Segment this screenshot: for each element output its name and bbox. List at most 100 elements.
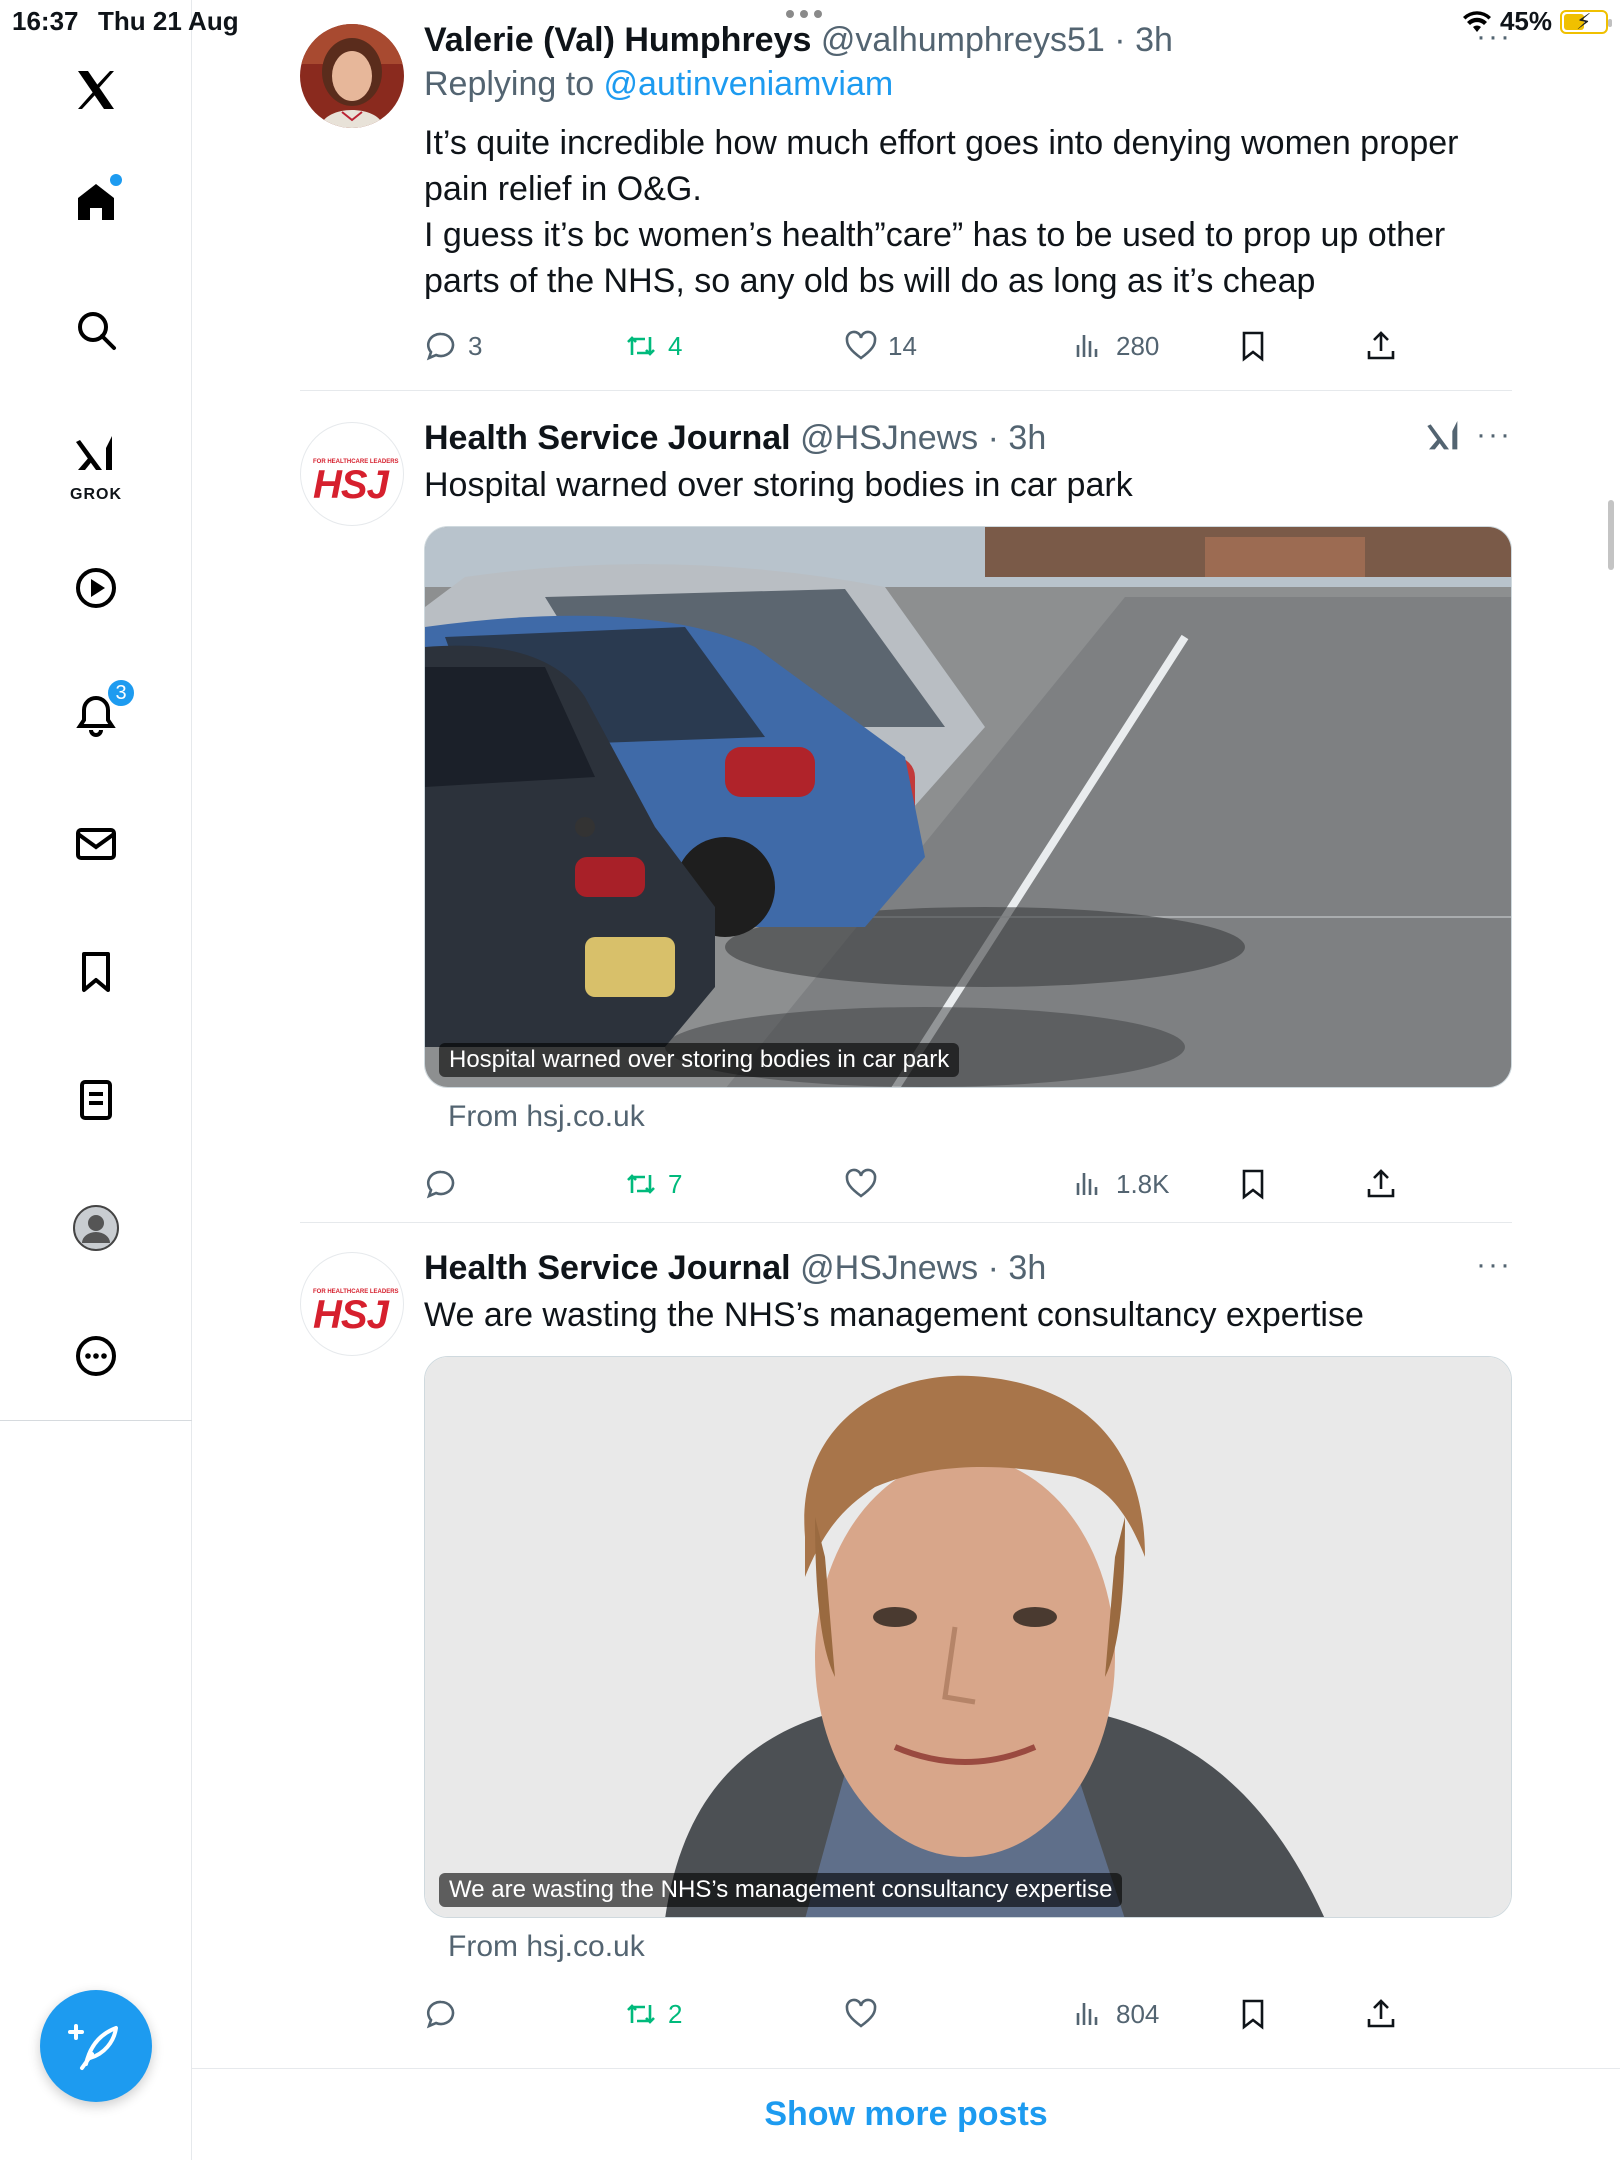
grok-icon[interactable]: GROK — [60, 418, 132, 503]
tweet-valerie[interactable]: ··· Valerie (Val) Humphreys @valhumphrey… — [300, 20, 1512, 380]
compose-button[interactable] — [40, 1990, 152, 2102]
tweet-actions: 2 804 — [424, 1990, 1512, 2038]
author-handle[interactable]: @HSJnews — [800, 419, 978, 457]
tweet-text-line: It’s quite incredible how much effort go… — [424, 124, 1459, 162]
link-card-image[interactable]: We are wasting the NHS’s management cons… — [424, 1356, 1512, 1918]
notifications-badge: 3 — [106, 678, 136, 708]
like-count: 14 — [888, 330, 917, 361]
home-unread-dot — [110, 174, 122, 186]
reply-button[interactable] — [424, 1990, 468, 2038]
repost-button[interactable]: 2 — [624, 1990, 682, 2038]
replying-to: Replying to @autinveniamviam — [424, 60, 1512, 108]
tweet-text-line: I guess it’s bc women’s health”care” has… — [424, 216, 1446, 254]
lists-icon[interactable] — [60, 1064, 132, 1136]
bookmark-icon — [1242, 1169, 1264, 1200]
repost-button[interactable]: 7 — [624, 1160, 682, 1208]
views-button[interactable]: 1.8K — [1072, 1160, 1170, 1208]
messages-icon[interactable] — [60, 808, 132, 880]
tweet-hsj-car-park[interactable]: FOR HEALTHCARE LEADERS HSJ ··· Health Se… — [300, 416, 1512, 1200]
repost-icon — [627, 1174, 655, 1194]
tweet-text: Hospital warned over storing bodies in c… — [424, 466, 1133, 504]
search-icon[interactable] — [60, 294, 132, 366]
tweet-actions: 7 1.8K — [424, 1160, 1512, 1208]
car-park-photo — [425, 527, 1511, 1087]
sidebar-divider — [0, 1420, 192, 1421]
share-button[interactable] — [1364, 1160, 1398, 1208]
scrollbar-thumb[interactable] — [1608, 500, 1614, 570]
link-source[interactable]: From hsj.co.uk — [424, 1100, 1512, 1134]
share-icon — [1367, 331, 1395, 360]
bookmark-button[interactable] — [1236, 322, 1270, 370]
reply-icon — [426, 2000, 455, 2029]
share-icon — [1367, 1999, 1395, 2028]
grok-label: GROK — [70, 486, 122, 503]
media-caption: Hospital warned over storing bodies in c… — [439, 1043, 960, 1077]
tweet-text: We are wasting the NHS’s management cons… — [424, 1296, 1364, 1334]
tweet-text: It’s quite incredible how much effort go… — [424, 120, 1512, 304]
profile-icon[interactable] — [60, 1192, 132, 1264]
hsj-avatar[interactable]: FOR HEALTHCARE LEADERS HSJ — [300, 1252, 404, 1356]
tweet-text-line: parts of the NHS, so any old bs will do … — [424, 262, 1316, 300]
repost-button[interactable]: 4 — [624, 322, 682, 370]
tweet-divider — [300, 390, 1512, 391]
reply-button[interactable]: 3 — [424, 322, 482, 370]
author-name[interactable]: Health Service Journal — [424, 1249, 791, 1287]
bookmarks-icon[interactable] — [60, 936, 132, 1008]
sidebar-nav: GROK 3 — [0, 0, 192, 2160]
tweet-time[interactable]: 3h — [1008, 1249, 1046, 1287]
repost-count: 2 — [668, 1998, 683, 2029]
author-name[interactable]: Health Service Journal — [424, 419, 791, 457]
tweet-header: Health Service Journal @HSJnews · 3h — [424, 1249, 1047, 1287]
show-more-posts-button[interactable]: Show more posts — [192, 2068, 1620, 2160]
video-icon[interactable] — [60, 552, 132, 624]
tweet-actions: 3 4 14 280 — [424, 322, 1512, 370]
reply-button[interactable] — [424, 1160, 468, 1208]
view-count: 1.8K — [1116, 1168, 1170, 1199]
link-card-image[interactable]: Hospital warned over storing bodies in c… — [424, 526, 1512, 1088]
reply-icon — [426, 1170, 455, 1199]
tweet-more-icon[interactable]: ··· — [1476, 418, 1512, 452]
bookmark-button[interactable] — [1236, 1990, 1270, 2038]
battery-icon: ⚡ — [1560, 9, 1612, 34]
bookmark-icon — [1242, 331, 1264, 362]
bookmark-button[interactable] — [1236, 1160, 1270, 1208]
repost-count: 4 — [668, 330, 683, 361]
tweet-text-line: pain relief in O&G. — [424, 170, 702, 208]
compose-icon — [68, 2024, 118, 2070]
hsj-logo: HSJ — [313, 463, 389, 507]
grok-explain-icon[interactable] — [1424, 416, 1464, 461]
media-caption: We are wasting the NHS’s management cons… — [439, 1873, 1123, 1907]
share-button[interactable] — [1364, 322, 1398, 370]
home-icon[interactable] — [60, 166, 132, 238]
x-logo-icon[interactable] — [60, 54, 132, 126]
like-button[interactable] — [844, 1160, 888, 1208]
reply-icon — [426, 332, 455, 361]
status-date: Thu 21 Aug — [98, 6, 239, 36]
battery-percent: 45% — [1499, 6, 1552, 36]
heart-icon — [845, 330, 877, 360]
tweet-hsj-consultancy[interactable]: FOR HEALTHCARE LEADERS HSJ ··· Health Se… — [300, 1248, 1512, 2030]
views-button[interactable]: 280 — [1072, 322, 1159, 370]
status-bar: 16:37 Thu 21 Aug 45% ⚡ — [0, 0, 1620, 40]
views-icon — [1076, 335, 1098, 357]
tweet-more-icon[interactable]: ··· — [1476, 1248, 1512, 1282]
hsj-avatar[interactable]: FOR HEALTHCARE LEADERS HSJ — [300, 422, 404, 526]
wifi-icon — [1462, 10, 1491, 32]
like-button[interactable] — [844, 1990, 888, 2038]
share-icon — [1367, 1169, 1395, 1198]
replying-to-link[interactable]: @autinveniamviam — [604, 65, 894, 103]
heart-icon — [845, 1168, 877, 1198]
multitasking-dots-icon[interactable] — [786, 10, 822, 18]
author-handle[interactable]: @HSJnews — [800, 1249, 978, 1287]
repost-count: 7 — [668, 1168, 683, 1199]
share-button[interactable] — [1364, 1990, 1398, 2038]
view-count: 804 — [1116, 1998, 1160, 2029]
more-icon[interactable] — [60, 1320, 132, 1392]
notifications-icon[interactable]: 3 — [60, 678, 136, 752]
tweet-time[interactable]: 3h — [1008, 419, 1046, 457]
repost-icon — [627, 336, 655, 356]
like-button[interactable]: 14 — [844, 322, 917, 370]
views-button[interactable]: 804 — [1072, 1990, 1159, 2038]
link-source[interactable]: From hsj.co.uk — [424, 1930, 1512, 1964]
views-icon — [1076, 1173, 1098, 1195]
